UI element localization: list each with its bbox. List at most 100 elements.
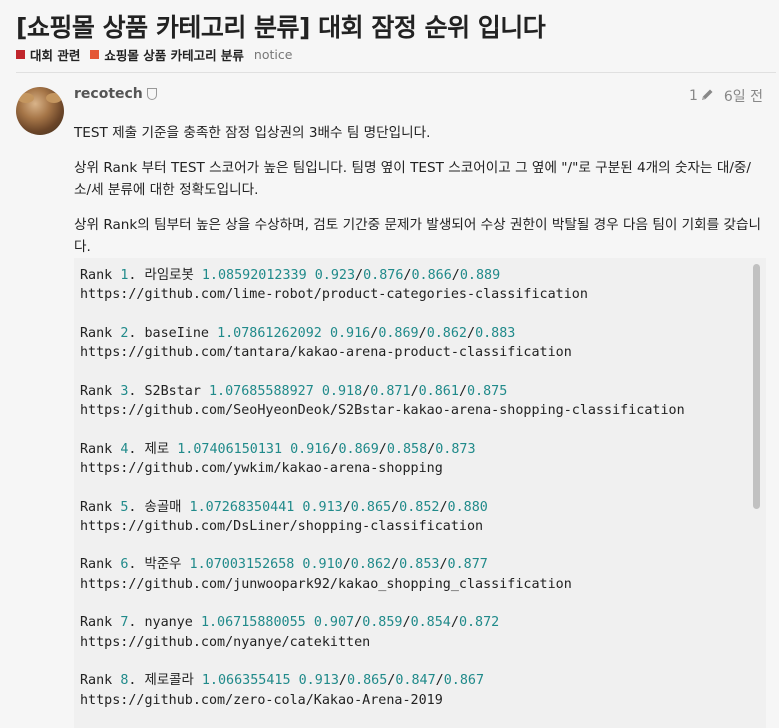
pencil-icon[interactable]	[701, 88, 714, 105]
accuracy-value: 0.889	[459, 268, 501, 283]
post-body: TEST 제출 기준을 충족한 잠정 입상권의 3배수 팀 명단입니다. 상위 …	[74, 122, 764, 271]
accuracy-value: 0.913	[298, 673, 339, 689]
edit-count[interactable]: 1	[689, 88, 698, 104]
team-name: . 제로	[128, 441, 178, 457]
accuracy-value: 0.923	[314, 268, 356, 283]
ranking-line: Rank 7. nyanye 1.06715880055 0.907/0.859…	[80, 613, 685, 632]
separator: /	[355, 268, 364, 283]
accuracy-value: 0.873	[435, 441, 476, 457]
team-name: . 박준우	[128, 557, 190, 573]
header-divider	[16, 72, 776, 73]
rank-word: Rank	[80, 557, 121, 573]
ranking-entry: Rank 1. 라임로봇 1.08592012339 0.923/0.876/0…	[80, 266, 685, 305]
separator: /	[338, 673, 347, 689]
accuracy-value: 0.847	[395, 673, 436, 689]
separator: /	[402, 615, 411, 631]
post-age[interactable]: 6일 전	[724, 86, 763, 106]
category-badge-shopping[interactable]: 쇼핑몰 상품 카테고리 분류	[90, 45, 244, 64]
accuracy-value: 0.853	[399, 557, 440, 573]
separator: /	[450, 615, 459, 631]
team-name: . 제로콜라	[128, 673, 202, 689]
accuracy-value: 0.858	[386, 441, 428, 457]
accuracy-value: 0.869	[378, 325, 419, 341]
ranking-line: Rank 5. 송골매 1.07268350441 0.913/0.865/0.…	[80, 498, 685, 517]
accuracy-value: 0.910	[302, 557, 343, 573]
separator: /	[354, 615, 363, 631]
rank-word: Rank	[80, 383, 121, 399]
accuracy-value: 0.862	[426, 325, 467, 341]
rank-word: Rank	[80, 673, 121, 689]
team-name: . baseIine	[128, 325, 218, 341]
separator: /	[451, 268, 460, 283]
topic-title[interactable]: [쇼핑몰 상품 카테고리 분류] 대회 잠정 순위 입니다	[16, 8, 546, 44]
accuracy-value: 0.872	[458, 615, 500, 631]
repo-url[interactable]: https://github.com/DsLiner/shopping-clas…	[80, 517, 685, 536]
accuracy-value: 0.865	[346, 673, 388, 689]
rank-word: Rank	[80, 615, 121, 631]
category-color-square	[16, 50, 25, 59]
separator: /	[439, 499, 448, 515]
accuracy-value: 0.866	[411, 268, 452, 283]
accuracy-value: 0.862	[350, 557, 392, 573]
code-block[interactable]: Rank 1. 라임로봇 1.08592012339 0.923/0.876/0…	[74, 258, 766, 728]
separator: /	[410, 383, 419, 399]
rank-word: Rank	[80, 441, 121, 457]
tag-notice[interactable]: notice	[254, 47, 293, 62]
repo-url[interactable]: https://github.com/lime-robot/product-ca…	[80, 285, 685, 304]
test-score: 1.07861262092	[217, 325, 322, 341]
ranking-entry: Rank 5. 송골매 1.07268350441 0.913/0.865/0.…	[80, 498, 685, 537]
repo-url[interactable]: https://github.com/SeoHyeonDeok/S2Bstar-…	[80, 401, 685, 420]
shield-icon	[146, 88, 157, 100]
paragraph: 상위 Rank 부터 TEST 스코어가 높은 팀입니다. 팀명 옆이 TEST…	[74, 160, 752, 198]
separator: /	[467, 325, 476, 341]
ranking-line: Rank 8. 제로콜라 1.066355415 0.913/0.865/0.8…	[80, 671, 685, 690]
separator: /	[427, 441, 436, 457]
avatar[interactable]	[16, 87, 64, 135]
paragraph: TEST 제출 기준을 충족한 잠정 입상권의 3배수 팀 명단입니다.	[74, 125, 431, 141]
accuracy-value: 0.918	[321, 383, 363, 399]
ranking-entry: Rank 2. baseIine 1.07861262092 0.916/0.8…	[80, 324, 685, 363]
rank-word: Rank	[80, 499, 121, 515]
test-score: 1.07003152658	[189, 557, 295, 573]
username[interactable]: recotech	[74, 86, 143, 102]
repo-url[interactable]: https://github.com/nyanye/catekitten	[80, 633, 685, 652]
post-author[interactable]: recotech	[74, 86, 157, 102]
ranking-entry: Rank 8. 제로콜라 1.066355415 0.913/0.865/0.8…	[80, 671, 685, 710]
test-score: 1.07268350441	[189, 499, 295, 515]
team-name: . 송골매	[128, 499, 190, 515]
rank-word: Rank	[80, 268, 121, 283]
ranking-entry: Rank 6. 박준우 1.07003152658 0.910/0.862/0.…	[80, 555, 685, 594]
ranking-line: Rank 1. 라임로봇 1.08592012339 0.923/0.876/0…	[80, 266, 685, 285]
repo-url[interactable]: https://github.com/junwoopark92/kakao_sh…	[80, 575, 685, 594]
separator: /	[378, 441, 387, 457]
category-label: 대회 관련	[30, 48, 81, 63]
test-score: 1.06715880055	[200, 615, 306, 631]
separator: /	[418, 325, 427, 341]
repo-url[interactable]: https://github.com/tantara/kakao-arena-p…	[80, 343, 685, 362]
ranking-entry: Rank 7. nyanye 1.06715880055 0.907/0.859…	[80, 613, 685, 652]
test-score: 1.08592012339	[201, 268, 307, 283]
separator: /	[458, 383, 467, 399]
test-score: 1.07406150131	[177, 441, 283, 457]
rank-word: Rank	[80, 325, 121, 341]
category-color-square	[90, 50, 100, 59]
post-meta: 1 6일 전	[689, 86, 763, 106]
accuracy-value: 0.865	[350, 499, 392, 515]
accuracy-value: 0.877	[447, 557, 488, 573]
rankings-list: Rank 1. 라임로봇 1.08592012339 0.923/0.876/0…	[80, 266, 685, 728]
category-badge-competition[interactable]: 대회 관련	[16, 45, 80, 64]
accuracy-value: 0.852	[399, 499, 440, 515]
scrollbar[interactable]	[753, 264, 760, 509]
accuracy-value: 0.883	[475, 325, 516, 341]
repo-url[interactable]: https://github.com/zero-cola/Kakao-Arena…	[80, 691, 685, 710]
test-score: 1.066355415	[201, 673, 291, 689]
team-name: . nyanye	[128, 615, 201, 631]
accuracy-value: 0.913	[302, 499, 343, 515]
ranking-line: Rank 3. S2Bstar 1.07685588927 0.918/0.87…	[80, 382, 685, 401]
repo-url[interactable]: https://github.com/ywkim/kakao-arena-sho…	[80, 459, 685, 478]
